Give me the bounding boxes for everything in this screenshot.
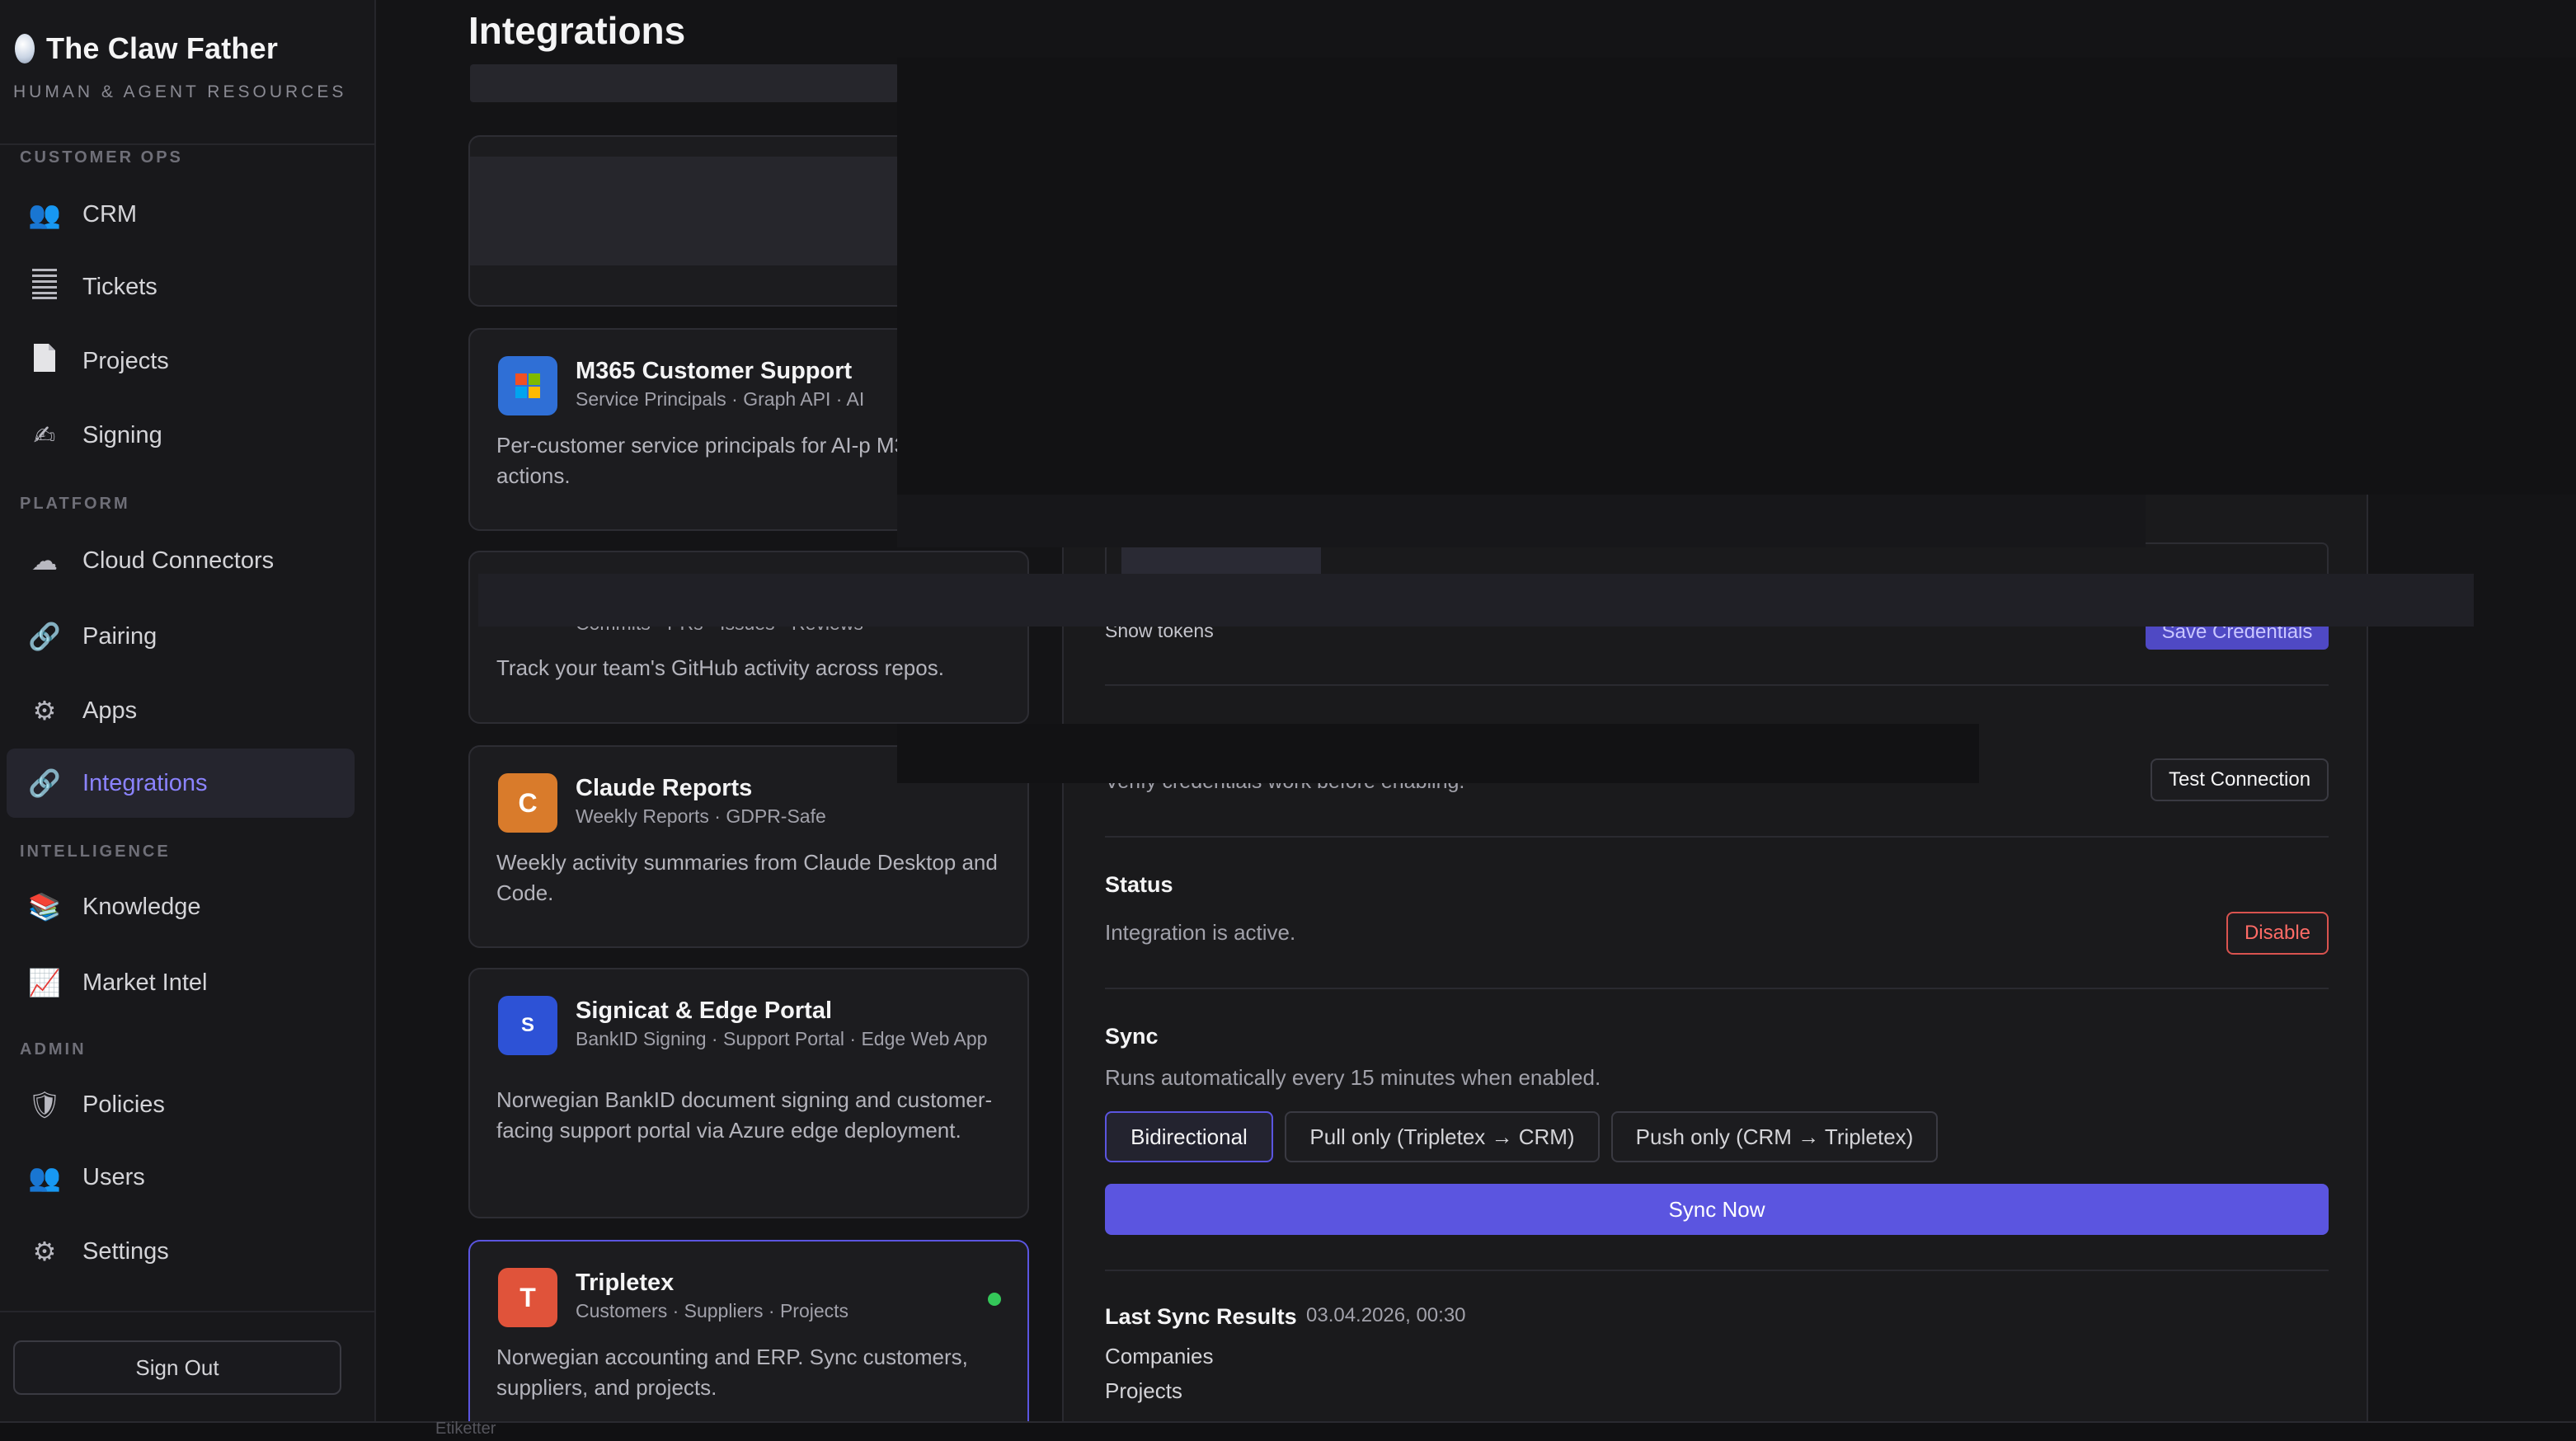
card-title: M365 Customer Support: [576, 358, 853, 384]
integration-card-tripletex[interactable]: T Tripletex Customers · Suppliers · Proj…: [468, 1240, 1029, 1425]
divider: [0, 1311, 376, 1312]
section-label-intelligence: INTELLIGENCE: [20, 843, 171, 861]
status-text: Integration is active.: [1105, 920, 1296, 945]
card-tags: Customers · Suppliers · Projects: [576, 1300, 849, 1321]
divider: [1105, 988, 2329, 989]
footer-text: Etiketter: [435, 1420, 496, 1438]
divider: [1105, 836, 2329, 838]
sidebar-item-tickets[interactable]: Tickets: [7, 252, 355, 322]
sidebar-item-label: Apps: [82, 697, 138, 724]
sync-result-companies: Companies: [1105, 1344, 1214, 1368]
last-sync-heading: Last Sync Results: [1105, 1304, 1297, 1329]
card-title: Tripletex: [576, 1270, 675, 1296]
document-icon: [23, 342, 66, 380]
sidebar-item-crm[interactable]: 👥 CRM: [7, 180, 355, 249]
link-icon: 🔗: [28, 768, 61, 798]
sidebar-item-label: Pairing: [82, 622, 157, 650]
list-icon: [23, 267, 66, 307]
link-icon: 🔗: [28, 622, 61, 651]
overlay-occlusion: [897, 495, 2146, 547]
sidebar-item-label: Signing: [82, 421, 162, 448]
brand-subtitle: HUMAN & AGENT RESOURCES: [13, 82, 347, 101]
sidebar-item-pairing[interactable]: 🔗 Pairing: [7, 602, 355, 671]
card-logo-t: T: [498, 1268, 557, 1327]
card-description: Norwegian BankID document signing and cu…: [496, 1087, 993, 1143]
users-icon: 👥: [28, 199, 61, 229]
card-description: Track your team's GitHub activity across…: [496, 655, 944, 680]
sidebar-item-knowledge[interactable]: 📚 Knowledge: [7, 872, 355, 941]
sidebar-item-cloud-connectors[interactable]: ☁ Cloud Connectors: [7, 526, 355, 595]
overlay-occlusion: [1121, 547, 1319, 575]
integration-card-signicat[interactable]: S Signicat & Edge Portal BankID Signing …: [468, 968, 1029, 1218]
sync-mode-push-only[interactable]: Push only (CRM → Tripletex): [1611, 1111, 1938, 1162]
overlay-occlusion: [897, 724, 1979, 783]
sidebar-item-label: Cloud Connectors: [82, 547, 275, 574]
card-title: Claude Reports: [576, 775, 753, 801]
status-heading: Status: [1105, 872, 1173, 897]
card-description: Weekly activity summaries from Claude De…: [496, 850, 998, 905]
section-label-platform: PLATFORM: [20, 495, 130, 513]
sidebar-item-label: Projects: [82, 347, 169, 374]
card-description: Norwegian accounting and ERP. Sync custo…: [496, 1345, 968, 1400]
section-label-customer-ops: CUSTOMER OPS: [20, 148, 183, 167]
signing-hand-icon: ✍: [33, 420, 56, 450]
sidebar-item-label: Knowledge: [82, 893, 201, 920]
sidebar-item-label: CRM: [82, 200, 138, 228]
overlay-occlusion: [478, 574, 2474, 627]
sidebar-item-label: Tickets: [82, 273, 157, 300]
page-title: Integrations: [468, 9, 686, 52]
card-title: Signicat & Edge Portal: [576, 997, 832, 1024]
brand[interactable]: The Claw Father: [15, 31, 278, 66]
sidebar-item-users[interactable]: 👥 Users: [7, 1143, 355, 1212]
integration-detail-panel: Show tokens Save Credentials Verify cred…: [1062, 491, 2368, 1441]
card-tags: Weekly Reports · GDPR-Safe: [576, 805, 826, 827]
sign-out-button[interactable]: Sign Out: [13, 1340, 341, 1395]
sidebar-item-market-intel[interactable]: 📈 Market Intel: [7, 948, 355, 1017]
sidebar-item-policies[interactable]: 🛡 Policies: [7, 1070, 355, 1139]
disable-button[interactable]: Disable: [2226, 912, 2329, 955]
divider: [1105, 1270, 2329, 1271]
sidebar-item-label: Policies: [82, 1091, 165, 1118]
sync-heading: Sync: [1105, 1024, 1159, 1049]
sidebar-item-label: Users: [82, 1163, 145, 1190]
loading-block: [470, 157, 902, 265]
active-status-dot: [988, 1293, 1001, 1306]
sidebar-item-settings[interactable]: ⚙ Settings: [7, 1217, 355, 1286]
chart-icon: 📈: [28, 968, 61, 997]
cloud-icon: ☁: [31, 546, 58, 575]
books-icon: 📚: [28, 892, 61, 922]
divider: [0, 143, 376, 145]
sync-now-button[interactable]: Sync Now: [1105, 1184, 2329, 1235]
logo-icon: [15, 34, 35, 63]
sync-mode-pull-only[interactable]: Pull only (Tripletex → CRM): [1285, 1111, 1600, 1162]
card-logo-c: C: [498, 773, 557, 833]
sidebar-item-apps[interactable]: ⚙ Apps: [7, 676, 355, 745]
sync-result-projects: Projects: [1105, 1378, 1182, 1403]
sidebar-item-label: Market Intel: [82, 969, 208, 996]
section-label-admin: ADMIN: [20, 1040, 87, 1058]
card-tags: BankID Signing · Support Portal · Edge W…: [576, 1028, 988, 1049]
sync-mode-bidirectional[interactable]: Bidirectional: [1105, 1111, 1273, 1162]
search-input-placeholder[interactable]: [470, 64, 899, 102]
gear-icon: ⚙: [32, 696, 57, 725]
users-icon: 👥: [28, 1162, 61, 1192]
sidebar-item-signing[interactable]: ✍ Signing: [7, 401, 355, 470]
sidebar-item-integrations[interactable]: 🔗 Integrations: [7, 749, 355, 818]
divider: [1105, 684, 2329, 686]
sidebar-item-projects[interactable]: Projects: [7, 326, 355, 396]
overlay-occlusion: [897, 58, 2576, 495]
sidebar-item-label: Settings: [82, 1237, 169, 1265]
shield-icon: 🛡: [27, 1090, 62, 1119]
gear-icon: ⚙: [32, 1237, 57, 1266]
microsoft-logo-icon: [498, 356, 557, 415]
sync-description: Runs automatically every 15 minutes when…: [1105, 1065, 1601, 1090]
card-logo-s: S: [498, 996, 557, 1055]
bottom-status-bar: [0, 1421, 2576, 1441]
sidebar-item-label: Integrations: [82, 769, 208, 796]
test-connection-button[interactable]: Test Connection: [2151, 758, 2329, 801]
last-sync-timestamp: 03.04.2026, 00:30: [1306, 1304, 1466, 1326]
brand-title: The Claw Father: [46, 31, 279, 65]
sidebar: The Claw Father HUMAN & AGENT RESOURCES …: [0, 0, 376, 1421]
